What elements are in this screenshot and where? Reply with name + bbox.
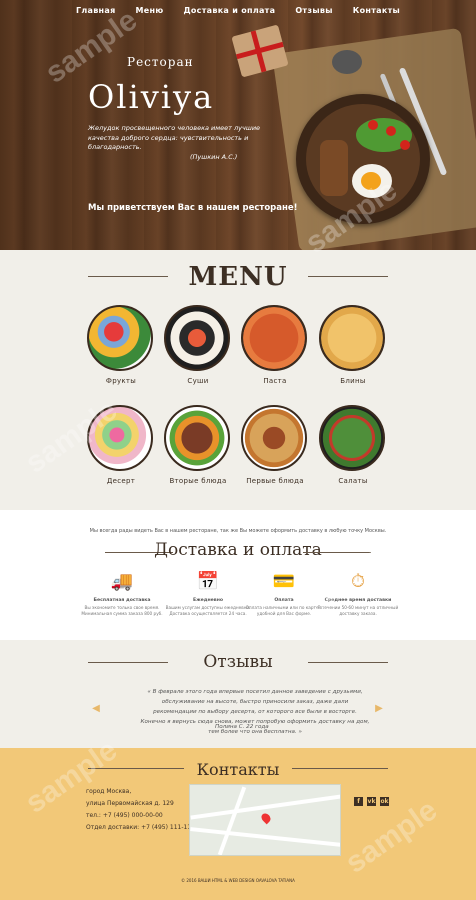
- delivery-title: Доставка и оплата: [154, 540, 322, 560]
- nav-home[interactable]: Главная: [66, 6, 126, 15]
- contacts-section: Контакты город Москва, улица Первомайска…: [0, 748, 476, 900]
- dish-soup-label[interactable]: Первые блюда: [230, 477, 320, 485]
- hero-section: Главная Меню Доставка и оплата Отзывы Ко…: [0, 0, 476, 250]
- main-nav: Главная Меню Доставка и оплата Отзывы Ко…: [0, 6, 476, 15]
- nav-reviews[interactable]: Отзывы: [285, 6, 342, 15]
- clock-icon: ⏱: [350, 570, 366, 592]
- nav-contacts[interactable]: Контакты: [343, 6, 410, 15]
- feature-free-delivery: 🚚 Бесплатная доставка Вы экономите тольк…: [74, 568, 170, 617]
- nav-menu[interactable]: Меню: [126, 6, 174, 15]
- facebook-icon[interactable]: f: [354, 797, 363, 806]
- feature-delivery-time: ⏱ Среднее время доставки В течении 50-60…: [310, 568, 406, 617]
- dish-soup-image[interactable]: [241, 405, 307, 471]
- card-icon: 💳: [272, 570, 296, 592]
- contact-city: город Москва,: [86, 788, 132, 795]
- prev-arrow-icon[interactable]: ◀: [89, 704, 103, 714]
- review-author: Полина С. 22 года: [215, 724, 269, 730]
- hero-welcome: Мы приветствуем Вас в нашем ресторане!: [88, 203, 298, 213]
- dish-pancakes-label[interactable]: Блины: [308, 377, 398, 385]
- pepper-bowl-image: [332, 50, 362, 74]
- dish-pasta-label[interactable]: Паста: [230, 377, 320, 385]
- dish-salad-label[interactable]: Салаты: [308, 477, 398, 485]
- hero-subtitle: Ресторан: [127, 55, 194, 69]
- menu-section: MENU Фрукты Суши Паста Блины Десерт Втор…: [0, 250, 476, 510]
- delivery-section: Мы всегда рады видеть Вас в нашем рестор…: [0, 510, 476, 640]
- breakfast-plate-image: [296, 94, 430, 224]
- next-arrow-icon[interactable]: ▶: [372, 704, 386, 714]
- dish-pasta-image[interactable]: [241, 305, 307, 371]
- divider: [308, 276, 388, 277]
- hero-quote: Желудок просвещенного человека имеет луч…: [88, 124, 261, 151]
- contacts-title: Контакты: [196, 760, 280, 779]
- menu-title: MENU: [188, 262, 288, 292]
- location-map[interactable]: [189, 784, 341, 856]
- dish-main-course-image[interactable]: [164, 405, 230, 471]
- hero-quote-author: (Пушкин А.С.): [190, 153, 238, 161]
- divider: [308, 662, 388, 663]
- copyright: © 2016 ВАШИ HTML & WEB DESIGN OAVALOVA T…: [181, 878, 295, 883]
- dish-sushi-image[interactable]: [164, 305, 230, 371]
- dish-pancakes-image[interactable]: [319, 305, 385, 371]
- odnoklassniki-icon[interactable]: ok: [380, 797, 389, 806]
- contact-street: улица Первомайская д. 129: [86, 800, 174, 807]
- nav-delivery[interactable]: Доставка и оплата: [173, 6, 285, 15]
- reviews-section: Отзывы ◀ « В феврале этого года впервые …: [0, 640, 476, 748]
- contact-phone[interactable]: тел.: +7 (495) 000-00-00: [86, 812, 163, 819]
- map-pin-icon: [259, 811, 273, 825]
- reviews-title: Отзывы: [203, 652, 273, 672]
- calendar-icon: 📅: [196, 570, 220, 592]
- vk-icon[interactable]: vk: [367, 797, 376, 806]
- dish-dessert-image[interactable]: [87, 405, 153, 471]
- dish-salad-image[interactable]: [319, 405, 385, 471]
- divider: [292, 768, 388, 769]
- delivery-intro: Мы всегда рады видеть Вас в нашем рестор…: [89, 528, 387, 534]
- truck-icon: 🚚: [110, 570, 134, 592]
- dish-fruits-image[interactable]: [87, 305, 153, 371]
- divider: [303, 552, 371, 553]
- hero-title: Oliviya: [88, 78, 215, 116]
- contact-delivery-phone[interactable]: Отдел доставки: +7 (495) 111-11-11: [86, 824, 201, 831]
